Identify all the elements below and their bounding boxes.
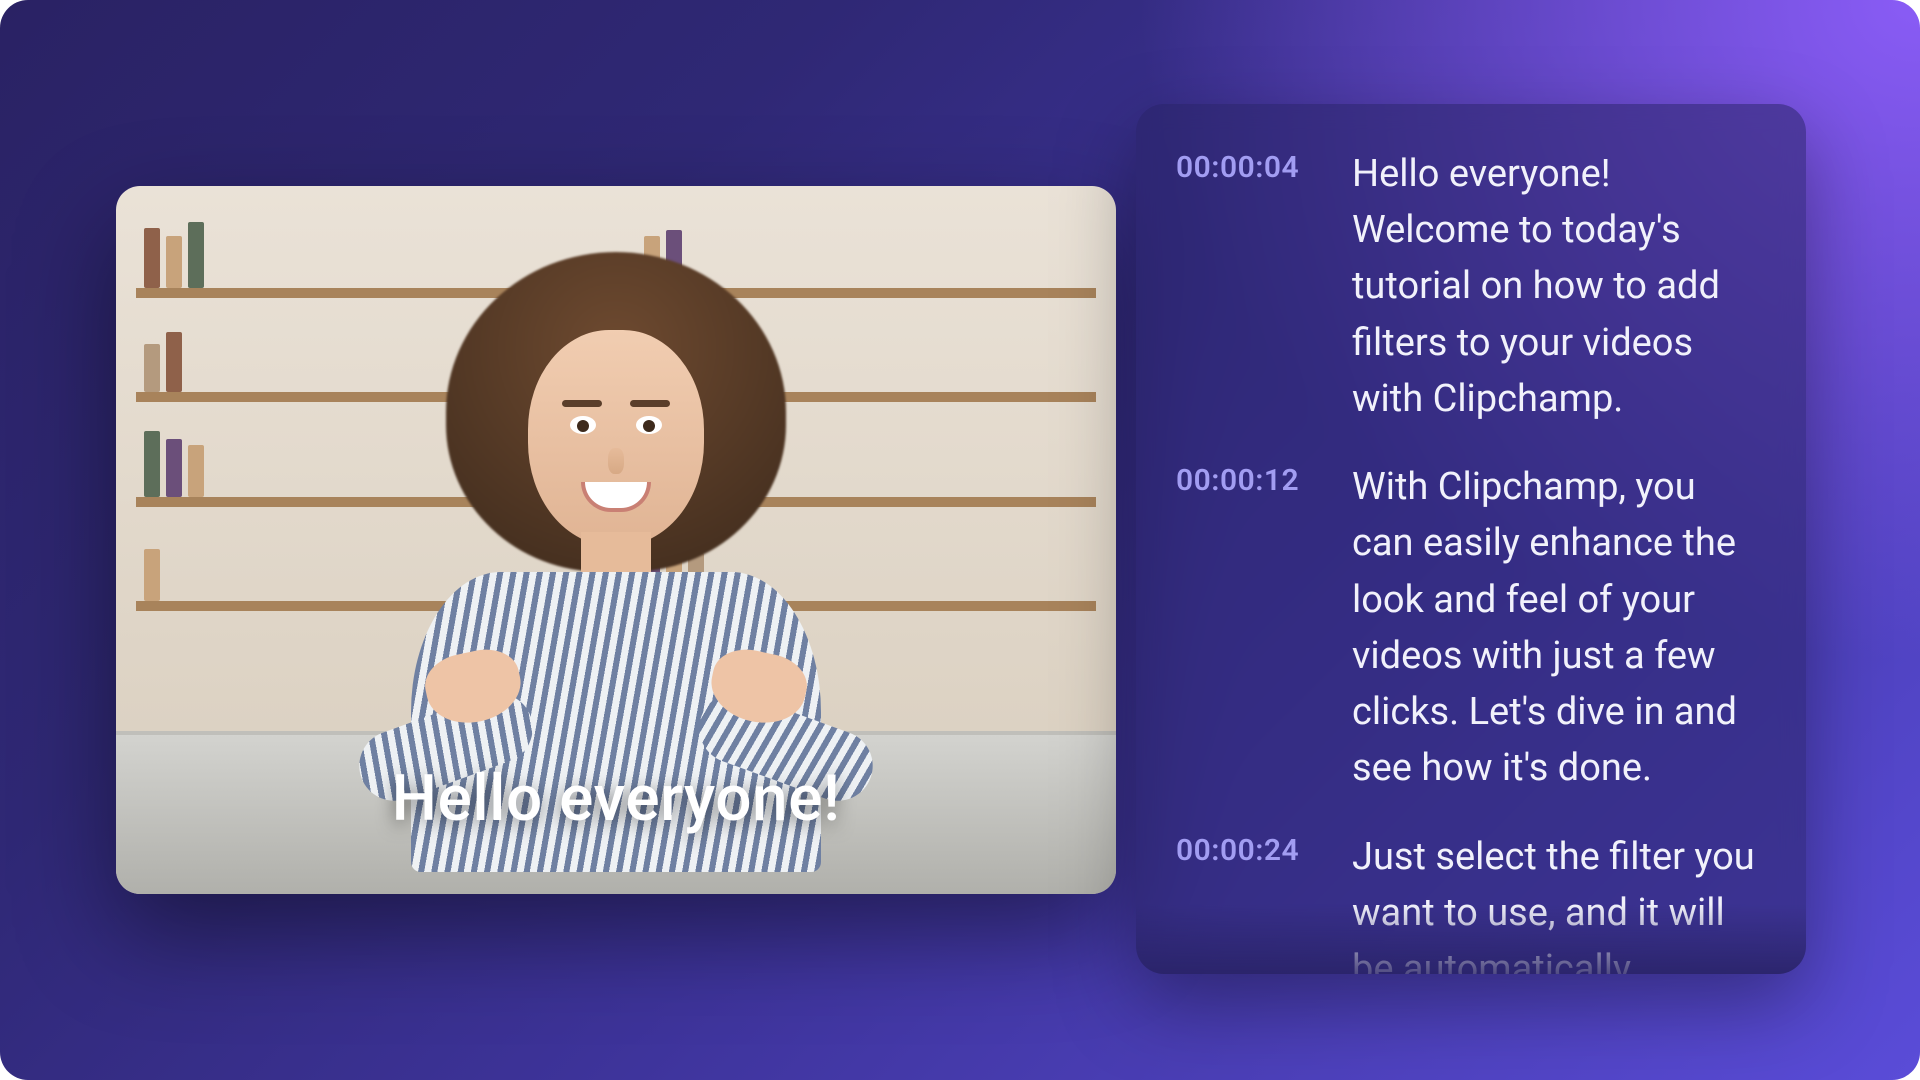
transcript-text: Just select the filter you want to use, … xyxy=(1352,829,1766,974)
scene-person xyxy=(326,212,906,852)
transcript-entry[interactable]: 00:00:24 Just select the filter you want… xyxy=(1176,829,1766,974)
transcript-timestamp[interactable]: 00:00:24 xyxy=(1176,829,1330,974)
transcript-text: Hello everyone! Welcome to today's tutor… xyxy=(1352,146,1766,427)
app-canvas: Hello everyone! 00:00:04 Hello everyone!… xyxy=(0,0,1920,1080)
video-caption-overlay: Hello everyone! xyxy=(116,761,1116,836)
transcript-timestamp[interactable]: 00:00:12 xyxy=(1176,459,1330,796)
transcript-entry[interactable]: 00:00:04 Hello everyone! Welcome to toda… xyxy=(1176,146,1766,427)
transcript-panel[interactable]: 00:00:04 Hello everyone! Welcome to toda… xyxy=(1136,104,1806,974)
video-preview[interactable]: Hello everyone! xyxy=(116,186,1116,894)
transcript-timestamp[interactable]: 00:00:04 xyxy=(1176,146,1330,427)
video-frame: Hello everyone! xyxy=(116,186,1116,894)
transcript-entry[interactable]: 00:00:12 With Clipchamp, you can easily … xyxy=(1176,459,1766,796)
transcript-text: With Clipchamp, you can easily enhance t… xyxy=(1352,459,1766,796)
